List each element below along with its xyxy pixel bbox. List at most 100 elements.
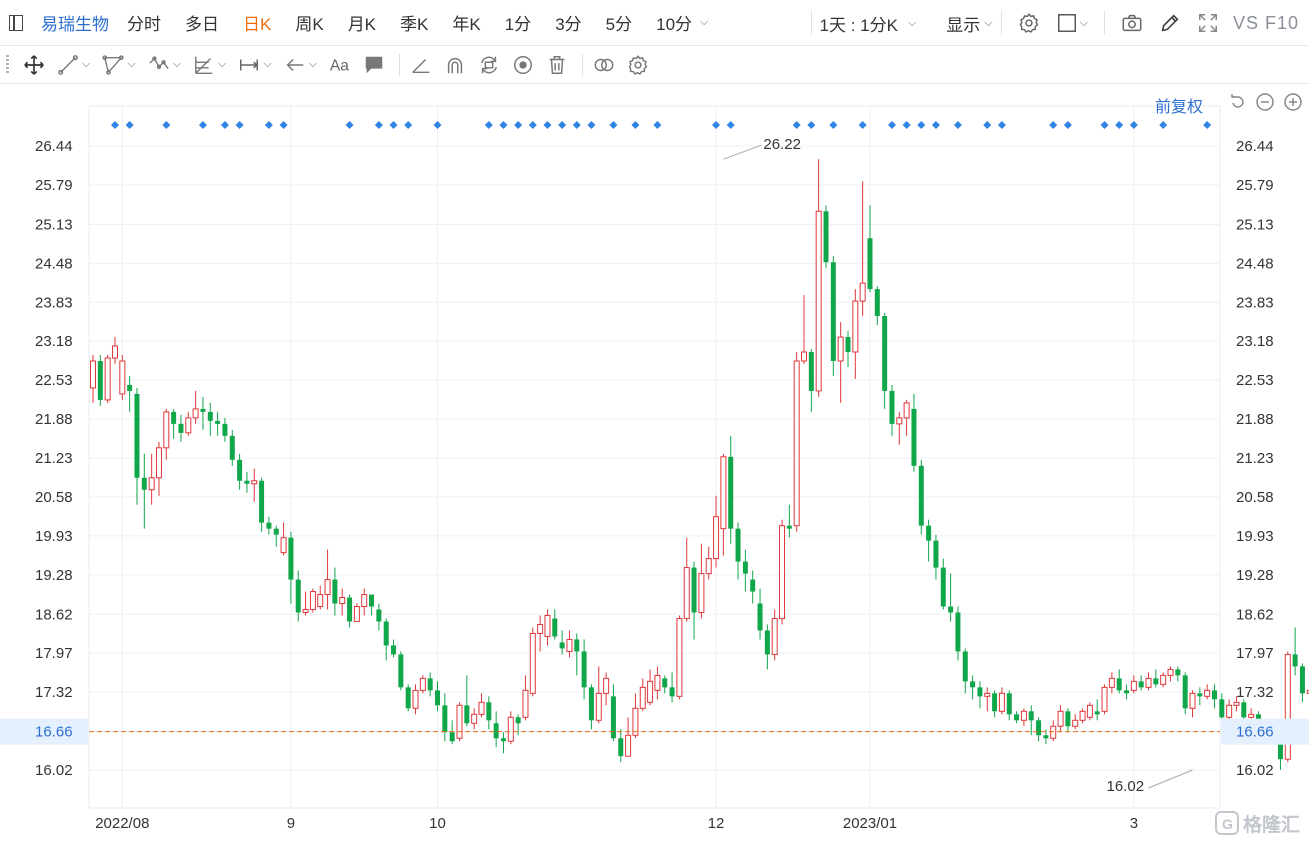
stock-name[interactable]: 易瑞生物: [41, 10, 109, 35]
y-tick-label-left: 17.97: [35, 645, 73, 662]
chevron-down-icon[interactable]: ⌵: [82, 58, 90, 71]
settings-gear-icon[interactable]: [1016, 10, 1042, 36]
reset-icon[interactable]: [1226, 91, 1248, 113]
candle: [588, 684, 594, 730]
candle: [1050, 720, 1057, 742]
candle-body-down: [244, 480, 250, 484]
candle: [185, 411, 192, 436]
fibonacci-tool[interactable]: ⌵: [193, 54, 226, 76]
sidebar-icon[interactable]: [9, 14, 23, 31]
y-tick-label-right: 17.97: [1236, 645, 1274, 662]
text-tool[interactable]: Aa: [329, 54, 351, 76]
square-icon[interactable]: [1054, 10, 1080, 36]
zoom-in-icon[interactable]: [1282, 91, 1304, 113]
note-tool[interactable]: [363, 54, 385, 76]
candle-body-down: [1065, 711, 1071, 727]
more-periods-chevron-icon[interactable]: ⌵: [700, 16, 708, 29]
candlestick-chart[interactable]: 26.44 26.44 25.79 25.79 25.13 25.13 24.48 24.48…: [0, 84, 1309, 843]
candle: [647, 669, 654, 706]
period-tab-monthly-k[interactable]: 月K: [348, 10, 376, 35]
y-tick-label-left: 19.28: [35, 567, 73, 584]
period-tab-1min[interactable]: 1分: [505, 10, 531, 35]
y-tick-label-left: 21.23: [35, 450, 73, 467]
event-marker-diamond: [1159, 121, 1168, 129]
pencil-icon[interactable]: [1157, 10, 1183, 36]
candle: [464, 675, 470, 727]
combo-chevron-icon[interactable]: ⌵: [908, 17, 916, 30]
line-tool[interactable]: ⌵: [57, 54, 90, 76]
candle: [728, 435, 734, 544]
arc-tool[interactable]: [444, 54, 466, 76]
event-marker-diamond: [528, 121, 537, 129]
event-marker-diamond: [1129, 121, 1138, 129]
candle-body-down: [918, 465, 924, 526]
range-tool[interactable]: ⌵: [238, 54, 272, 76]
candle: [288, 531, 294, 604]
candle-body-up: [647, 680, 654, 703]
y-tick-label-left: 22.53: [35, 372, 73, 389]
candle: [1057, 705, 1064, 733]
candle-body-up: [1057, 710, 1064, 727]
adjustment-mode[interactable]: 前复权: [1155, 93, 1203, 117]
candle: [353, 603, 360, 622]
candle: [449, 720, 455, 745]
candle-body-down: [435, 690, 441, 706]
candle-body-down: [391, 645, 397, 655]
channel-tool[interactable]: ⌵: [102, 54, 136, 76]
candle-body-down: [237, 459, 243, 481]
eye-tool[interactable]: [512, 54, 534, 76]
candle: [1079, 708, 1086, 724]
candle-body-down: [1153, 678, 1159, 685]
square-chevron-icon[interactable]: ⌵: [1080, 17, 1088, 30]
chevron-down-icon[interactable]: ⌵: [173, 58, 181, 71]
arrow-tool[interactable]: ⌵: [284, 54, 317, 76]
event-marker-diamond: [587, 121, 596, 129]
link-tool[interactable]: [593, 54, 615, 76]
period-tab-3min[interactable]: 3分: [555, 10, 581, 35]
event-marker-diamond: [125, 121, 134, 129]
chevron-down-icon[interactable]: ⌵: [218, 58, 226, 71]
chevron-down-icon[interactable]: ⌵: [263, 58, 271, 71]
candle-body-up: [119, 360, 126, 395]
multi-day-combo[interactable]: 1天 : 1分K: [820, 11, 898, 36]
display-menu[interactable]: 显示: [946, 11, 980, 36]
candle-body-up: [163, 411, 170, 449]
candle: [639, 678, 646, 712]
camera-icon[interactable]: [1119, 10, 1145, 36]
period-tab-5min[interactable]: 5分: [606, 10, 632, 35]
candle: [896, 411, 903, 445]
candle: [933, 534, 939, 580]
period-tab-multi-day[interactable]: 多日: [185, 10, 219, 35]
trash-tool[interactable]: [546, 54, 568, 76]
move-tool[interactable]: [23, 54, 45, 76]
draw-settings-tool[interactable]: [627, 54, 649, 76]
wave-tool[interactable]: ⌵: [148, 54, 181, 76]
candle: [581, 639, 587, 700]
candle-body-up: [852, 300, 859, 353]
channel-icon: [102, 54, 124, 75]
period-tab-quarterly-k[interactable]: 季K: [400, 10, 428, 35]
toolbar-grip[interactable]: [6, 54, 9, 75]
event-marker-diamond: [887, 121, 896, 129]
chevron-down-icon[interactable]: ⌵: [127, 58, 135, 71]
rotate-tool[interactable]: [478, 54, 500, 76]
candle-body-up: [1072, 719, 1079, 727]
candle: [1153, 669, 1159, 688]
period-tab-10min[interactable]: 10分: [656, 10, 692, 35]
candle: [1028, 705, 1034, 736]
candle-body-down: [662, 678, 668, 688]
period-tab-daily-k[interactable]: 日K: [243, 10, 271, 35]
fullscreen-icon[interactable]: [1195, 10, 1221, 36]
y-tick-label-right: 25.79: [1236, 177, 1274, 194]
display-chevron-icon[interactable]: ⌵: [984, 17, 992, 30]
period-tab-weekly-k[interactable]: 周K: [295, 10, 323, 35]
candle: [815, 159, 822, 397]
candle: [859, 181, 866, 317]
period-tab-yearly-k[interactable]: 年K: [452, 10, 480, 35]
vs-f10-button[interactable]: VS F10: [1233, 13, 1299, 34]
period-tab-intraday[interactable]: 分时: [127, 10, 161, 35]
angle-tool[interactable]: [410, 54, 432, 76]
zoom-out-icon[interactable]: [1254, 91, 1276, 113]
chevron-down-icon[interactable]: ⌵: [309, 58, 317, 71]
x-tick-label: 3: [1130, 815, 1138, 832]
